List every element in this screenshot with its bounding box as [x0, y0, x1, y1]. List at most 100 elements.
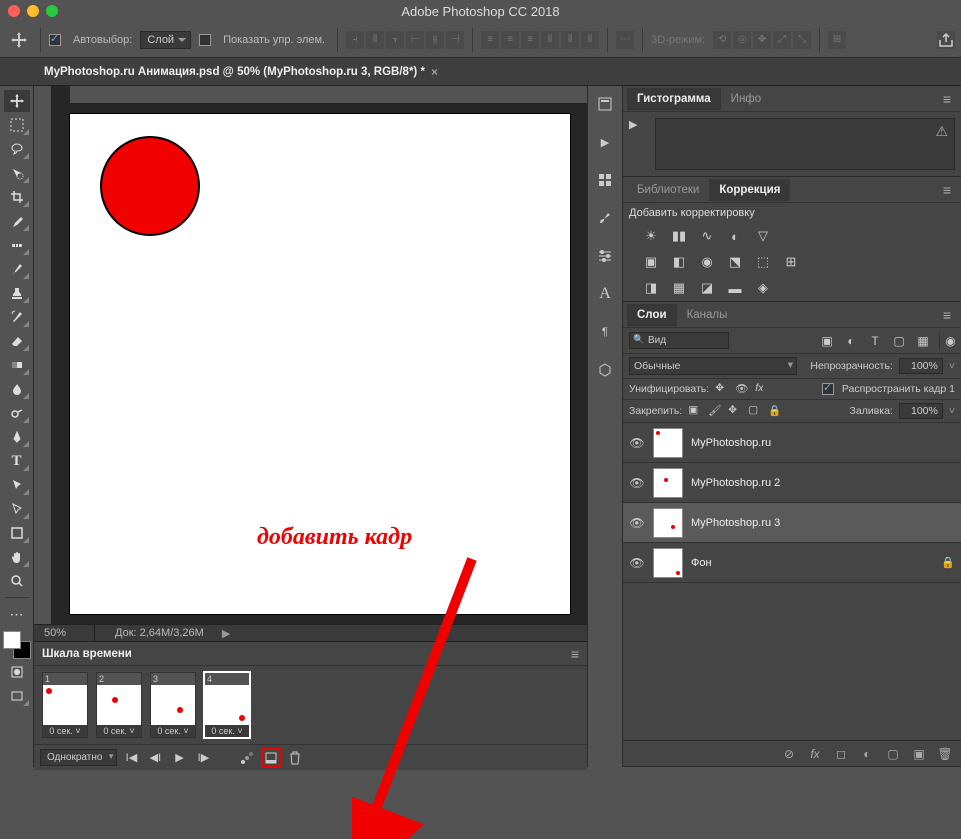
brush-tool[interactable] [4, 258, 30, 280]
link-layers-icon[interactable]: ⊘ [781, 746, 797, 762]
layer-name[interactable]: MyPhotoshop.ru [691, 437, 771, 449]
align-left-icon[interactable]: ⊢ [406, 31, 424, 49]
histogram-tab[interactable]: Гистограмма [627, 88, 721, 110]
dist-right-icon[interactable]: ⦀ [581, 31, 599, 49]
layer-row[interactable]: 👁 MyPhotoshop.ru [623, 423, 961, 463]
pen-tool[interactable] [4, 426, 30, 448]
selective-color-icon[interactable]: ◈ [753, 279, 773, 297]
shape-tool[interactable] [4, 522, 30, 544]
blur-tool[interactable] [4, 378, 30, 400]
close-tab-icon[interactable]: × [431, 65, 438, 79]
zoom-tool[interactable] [4, 570, 30, 592]
3d-orbit-icon[interactable]: ⟲ [713, 31, 731, 49]
lock-all-icon[interactable]: 🔒 [768, 404, 782, 418]
posterize-icon[interactable]: ▦ [669, 279, 689, 297]
stamp-tool[interactable] [4, 282, 30, 304]
channel-mixer-icon[interactable]: ⬔ [725, 253, 745, 271]
color-balance-icon[interactable]: ⊞ [781, 253, 801, 271]
layer-name[interactable]: Фон [691, 557, 712, 569]
layer-row[interactable]: 👁 MyPhotoshop.ru 3 [623, 503, 961, 543]
panel-menu-icon[interactable]: ≡ [937, 307, 957, 323]
unify-style-icon[interactable]: fx [755, 382, 769, 396]
layer-name[interactable]: MyPhotoshop.ru 2 [691, 477, 780, 489]
move-tool-icon[interactable] [6, 27, 32, 53]
3d-slide-icon[interactable]: ⤢ [773, 31, 791, 49]
visibility-icon[interactable]: 👁 [629, 436, 645, 450]
layer-row[interactable]: 👁 MyPhotoshop.ru 2 [623, 463, 961, 503]
levels-icon[interactable]: ▮▮ [669, 227, 689, 245]
adjustments-tab[interactable]: Коррекция [709, 179, 790, 201]
paragraph-panel-icon[interactable]: ¶ [593, 320, 617, 344]
info-tab[interactable]: Инфо [721, 88, 771, 110]
layer-row[interactable]: 👁 Фон 🔒 [623, 543, 961, 583]
prev-frame-button[interactable]: ◀I [145, 748, 165, 768]
red-circle-shape[interactable] [100, 136, 200, 236]
filter-type-icon[interactable]: T [867, 333, 883, 349]
lock-transparent-icon[interactable]: ▣ [688, 404, 702, 418]
timeline-menu-icon[interactable]: ≡ [571, 646, 579, 662]
autoselect-dropdown[interactable]: Слой [140, 31, 191, 49]
screenmode-icon[interactable] [4, 685, 30, 707]
canvas-viewport[interactable]: добавить кадр [52, 104, 587, 624]
3d-pan-icon[interactable]: ✥ [753, 31, 771, 49]
history-brush-tool[interactable] [4, 306, 30, 328]
history-panel-icon[interactable] [593, 92, 617, 116]
move-tool[interactable] [4, 90, 30, 112]
ruler-icon[interactable]: ⊞ [828, 31, 846, 49]
autoselect-checkbox[interactable] [49, 34, 61, 46]
invert-icon[interactable]: ◨ [641, 279, 661, 297]
3d-scale-icon[interactable]: ⤡ [793, 31, 811, 49]
share-icon[interactable] [937, 31, 955, 49]
panel-menu-icon[interactable]: ≡ [937, 182, 957, 198]
eraser-tool[interactable] [4, 330, 30, 352]
hue-icon[interactable]: ▣ [641, 253, 661, 271]
filter-shape-icon[interactable]: ▢ [891, 333, 907, 349]
brightness-icon[interactable]: ☀ [641, 227, 661, 245]
exposure-icon[interactable]: ◐ [725, 227, 745, 245]
layers-tab[interactable]: Слои [627, 304, 677, 326]
play-button[interactable]: ▶ [169, 748, 189, 768]
frame-duration[interactable]: 0 сек. ˅ [43, 725, 87, 737]
gradient-tool[interactable] [4, 354, 30, 376]
propagate-checkbox[interactable] [822, 383, 834, 395]
filter-toggle-icon[interactable]: ◉ [939, 333, 955, 349]
path-select-tool[interactable] [4, 474, 30, 496]
status-menu-icon[interactable]: ▶ [212, 627, 240, 640]
lock-position-icon[interactable]: ✥ [728, 404, 742, 418]
document-tab[interactable]: MyPhotoshop.ru Анимация.psd @ 50% (MyPho… [34, 59, 448, 85]
dist-hcenter-icon[interactable]: ⦀ [561, 31, 579, 49]
filter-smart-icon[interactable]: ▦ [915, 333, 931, 349]
actions-panel-icon[interactable]: ▶ [593, 130, 617, 154]
filter-adjust-icon[interactable]: ◐ [843, 333, 859, 349]
bw-icon[interactable]: ◧ [669, 253, 689, 271]
layer-filter-dropdown[interactable]: Вид [629, 332, 729, 349]
marquee-tool[interactable] [4, 114, 30, 136]
visibility-icon[interactable]: 👁 [629, 556, 645, 570]
lock-pixels-icon[interactable]: 🖌 [708, 404, 722, 418]
layer-fx-icon[interactable]: fx [807, 746, 823, 762]
3d-panel-icon[interactable] [593, 358, 617, 382]
color-lookup-icon[interactable]: ⬚ [753, 253, 773, 271]
direct-select-tool[interactable] [4, 498, 30, 520]
panel-menu-icon[interactable]: ≡ [937, 91, 957, 107]
histogram-source-icon[interactable]: ▶ [629, 118, 649, 170]
brushes-panel-icon[interactable] [593, 206, 617, 230]
unify-visibility-icon[interactable]: 👁 [735, 382, 749, 396]
visibility-icon[interactable]: 👁 [629, 516, 645, 530]
layer-thumbnail[interactable] [653, 508, 683, 538]
adjustments-panel-icon[interactable] [593, 244, 617, 268]
align-hcenter-icon[interactable]: ⫵ [426, 31, 444, 49]
curves-icon[interactable]: ∿ [697, 227, 717, 245]
frame-duration[interactable]: 0 сек. ˅ [151, 725, 195, 737]
threshold-icon[interactable]: ◪ [697, 279, 717, 297]
gradient-map-icon[interactable]: ▬ [725, 279, 745, 297]
color-swatches[interactable] [3, 631, 31, 659]
delete-layer-icon[interactable]: 🗑 [937, 746, 953, 762]
lock-icon[interactable]: 🔒 [941, 556, 955, 569]
type-tool[interactable]: T [4, 450, 30, 472]
align-top-icon[interactable]: ⫞ [346, 31, 364, 49]
timeline-frame[interactable]: 3 0 сек. ˅ [150, 672, 196, 738]
properties-panel-icon[interactable] [593, 168, 617, 192]
opacity-value[interactable]: 100% [899, 358, 943, 374]
quick-select-tool[interactable] [4, 162, 30, 184]
